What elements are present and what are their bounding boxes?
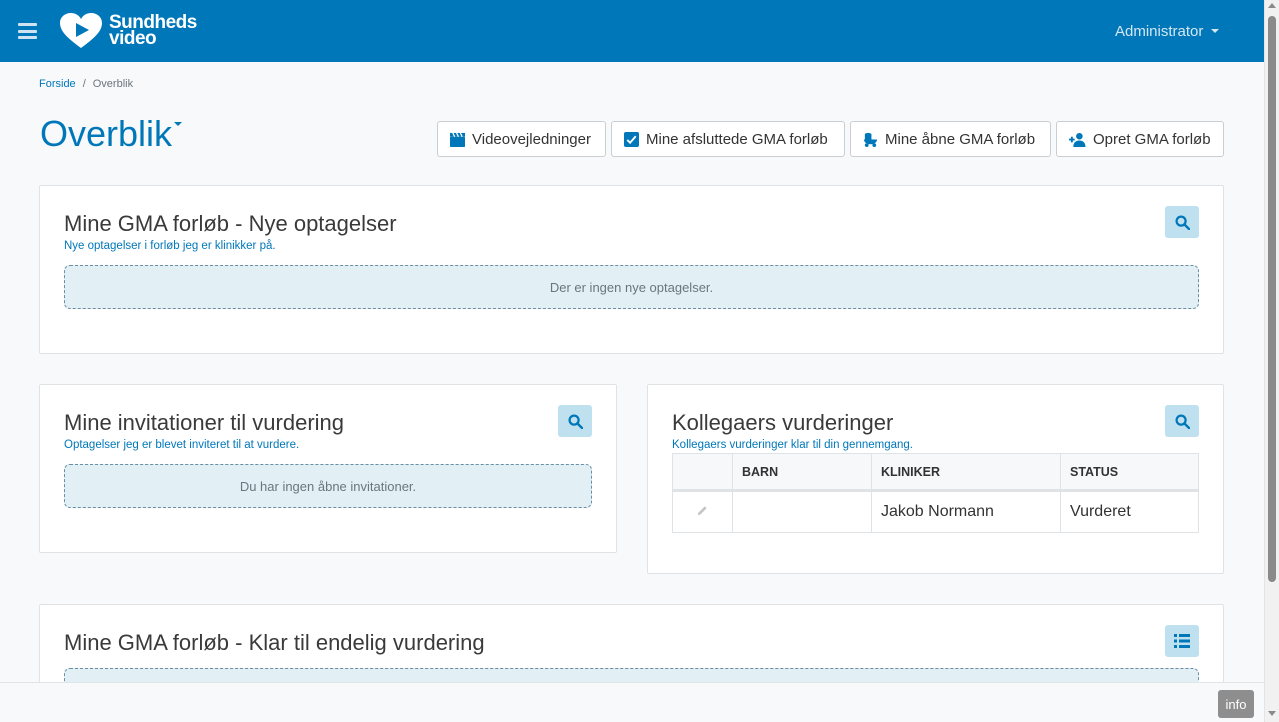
card-title: Mine GMA forløb - Nye optagelser <box>64 211 397 236</box>
page-scrollbar[interactable] <box>1264 0 1279 722</box>
video-guides-button[interactable]: Videovejledninger <box>437 121 606 157</box>
finished-gma-label: Mine afsluttede GMA forløb <box>646 130 828 148</box>
list-icon <box>1174 634 1190 648</box>
invitations-card: Mine invitationer til vurdering Optagels… <box>39 384 617 553</box>
breadcrumb-home-link[interactable]: Forside <box>39 78 76 90</box>
checkbox-checked-icon <box>624 131 639 147</box>
column-header <box>672 453 733 492</box>
page-title-dropdown[interactable]: Overblik <box>40 113 183 155</box>
colleagues-reviews-card: Kollegaers vurderinger Kollegaers vurder… <box>647 384 1224 574</box>
status-cell: Vurderet <box>1060 490 1199 533</box>
search-button[interactable] <box>1165 206 1199 238</box>
create-gma-label: Opret GMA forløb <box>1093 130 1211 148</box>
list-view-button[interactable] <box>1165 625 1199 657</box>
scroll-down-arrow-icon[interactable] <box>1268 711 1276 716</box>
table-header-row: BARN KLINIKER STATUS <box>672 453 1199 492</box>
child-cell <box>732 490 872 533</box>
pencil-icon[interactable] <box>697 505 708 516</box>
logo-text: Sundheds video <box>109 12 197 49</box>
search-icon <box>1174 413 1190 429</box>
heart-play-logo-icon <box>60 13 102 48</box>
create-gma-button[interactable]: Opret GMA forløb <box>1056 121 1224 157</box>
new-recordings-card: Mine GMA forløb - Nye optagelser Nye opt… <box>39 185 1224 354</box>
clapperboard-icon <box>450 132 465 147</box>
hamburger-menu-icon[interactable] <box>18 23 37 39</box>
breadcrumb-separator: / <box>82 78 86 90</box>
breadcrumb: Forside / Overblik <box>39 78 133 90</box>
caret-down-icon <box>174 122 183 126</box>
footer-bar <box>0 682 1264 722</box>
search-button[interactable] <box>1165 405 1199 437</box>
card-subtitle: Kollegaers vurderinger klar til din genn… <box>672 439 914 451</box>
card-subtitle: Optagelser jeg er blevet inviteret til a… <box>64 439 300 451</box>
column-header-clinician[interactable]: KLINIKER <box>871 453 1061 492</box>
baby-carriage-icon <box>863 132 878 147</box>
user-plus-icon <box>1069 132 1086 147</box>
card-title: Kollegaers vurderinger <box>672 410 894 435</box>
logo[interactable]: Sundheds video <box>59 13 197 49</box>
card-subtitle: Nye optagelser i forløb jeg er klinikker… <box>64 240 276 252</box>
scroll-up-arrow-icon[interactable] <box>1268 3 1276 8</box>
search-icon <box>1174 214 1190 230</box>
table-row[interactable]: Jakob Normann Vurderet <box>672 490 1199 533</box>
card-title: Mine invitationer til vurdering <box>64 410 345 435</box>
video-guides-label: Videovejledninger <box>472 130 591 148</box>
column-header-child[interactable]: BARN <box>732 453 872 492</box>
breadcrumb-current: Overblik <box>92 78 134 90</box>
empty-state-message: Du har ingen åbne invitationer. <box>64 464 592 508</box>
card-title: Mine GMA forløb - Klar til endelig vurde… <box>64 630 485 655</box>
search-button[interactable] <box>558 405 592 437</box>
finished-gma-button[interactable]: Mine afsluttede GMA forløb <box>611 121 845 157</box>
info-button[interactable]: info <box>1218 690 1254 718</box>
clinician-cell: Jakob Normann <box>871 490 1061 533</box>
user-menu-dropdown[interactable]: Administrator <box>1115 23 1219 40</box>
page-title: Overblik <box>40 113 173 154</box>
open-gma-label: Mine åbne GMA forløb <box>885 130 1036 148</box>
edit-cell[interactable] <box>672 490 733 533</box>
scrollbar-thumb[interactable] <box>1268 16 1276 582</box>
search-icon <box>567 413 583 429</box>
empty-state-message: Der er ingen nye optagelser. <box>64 265 1199 309</box>
open-gma-button[interactable]: Mine åbne GMA forløb <box>850 121 1051 157</box>
colleagues-table: BARN KLINIKER STATUS Jakob Normann Vurde… <box>672 453 1199 533</box>
top-navbar: Sundheds video Administrator <box>0 0 1264 62</box>
column-header-status[interactable]: STATUS <box>1060 453 1199 492</box>
